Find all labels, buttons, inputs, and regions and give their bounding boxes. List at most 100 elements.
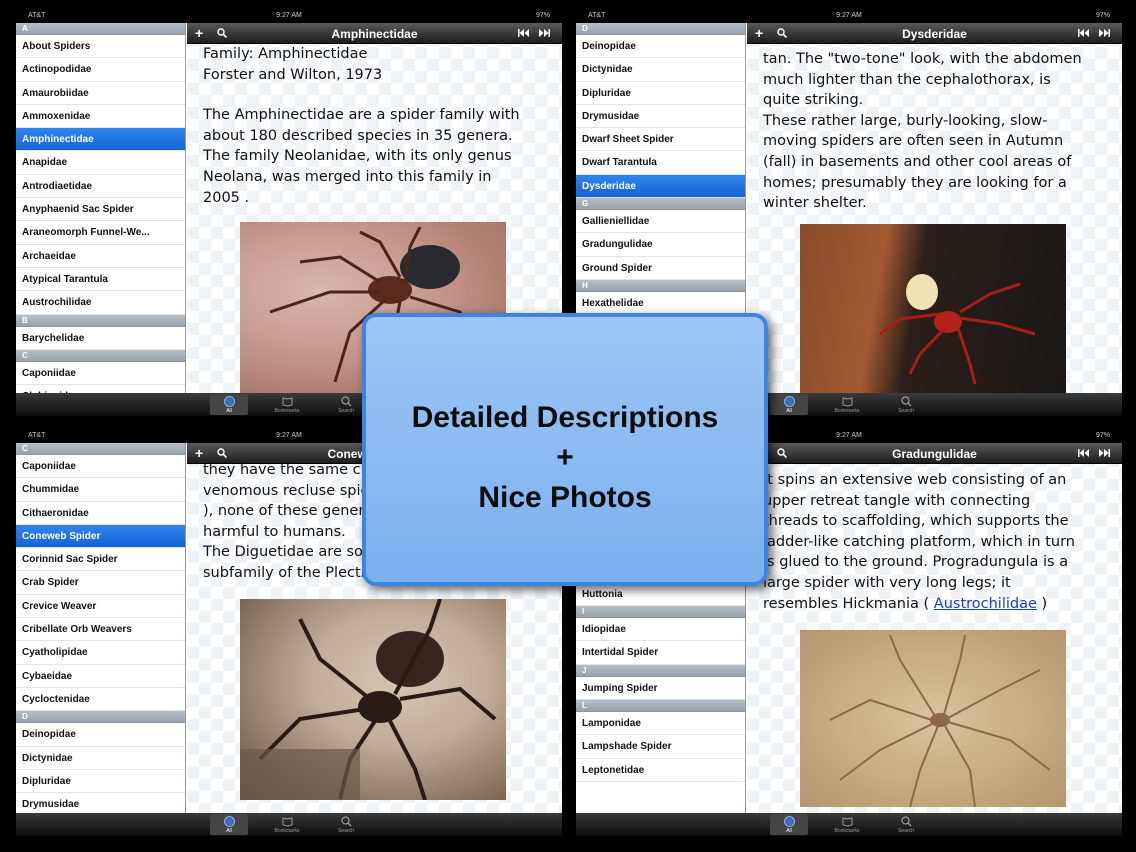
tab-all-label: All	[786, 828, 792, 834]
list-item[interactable]: Anapidae	[16, 151, 185, 175]
battery-level: 97%	[1095, 432, 1110, 439]
tab-search[interactable]: Search	[327, 394, 365, 415]
list-item[interactable]: Coneweb Spider	[16, 524, 185, 549]
previous-icon[interactable]	[1078, 29, 1090, 37]
list-item[interactable]: Dictynidae	[576, 58, 745, 82]
page-title: Amphinectidae	[331, 27, 418, 41]
list-item[interactable]: Archaeidae	[16, 245, 185, 268]
list-item[interactable]: Actinopodidae	[16, 58, 185, 82]
list-item[interactable]: Dictynidae	[16, 747, 185, 770]
tab-bookmarks[interactable]: Bookmarks	[828, 814, 866, 835]
list-item[interactable]: Dipluridae	[16, 770, 185, 794]
book-icon	[842, 817, 852, 827]
list-item[interactable]: Anyphaenid Sac Spider	[16, 198, 185, 222]
section-header: A	[16, 23, 185, 35]
list-item[interactable]: Jumping Spider	[576, 677, 745, 700]
list-item[interactable]: Caponiidae	[16, 362, 185, 386]
list-item[interactable]: Lamponidae	[576, 712, 745, 736]
species-list[interactable]: C Caponiidae Chummidae Cithaeronidae Coneweb…	[16, 443, 186, 813]
article-line: Neolana, was merged into this family in	[203, 168, 492, 185]
tab-all[interactable]: All	[770, 394, 808, 415]
article-line: is glued to the ground. Progradungula is…	[763, 554, 1069, 571]
magnifier-icon	[900, 396, 911, 407]
list-item[interactable]: Dwarf Sheet Spider	[576, 128, 745, 152]
list-item[interactable]: Barychelidae	[16, 327, 185, 350]
list-item[interactable]: Gallieniellidae	[576, 210, 745, 234]
article-line: homes; presumably they are looking for a	[763, 174, 1067, 191]
list-item[interactable]: Austrochilidae	[16, 291, 185, 315]
list-item[interactable]: Dwarf Tarantula	[576, 151, 745, 175]
next-icon[interactable]	[1098, 449, 1110, 457]
previous-icon[interactable]	[518, 29, 530, 37]
section-header: I	[576, 606, 745, 619]
globe-icon	[783, 396, 795, 407]
article-text: It spins an extensive web consisting of …	[763, 470, 1118, 614]
list-item[interactable]: Amaurobiidae	[16, 82, 185, 105]
next-icon[interactable]	[1098, 29, 1110, 37]
list-item[interactable]: Cycloctenidae	[16, 688, 185, 712]
list-item[interactable]: Chummidae	[16, 478, 185, 502]
article-line: large spider with very long legs; it	[763, 574, 1011, 591]
section-header: L	[576, 699, 745, 712]
list-item[interactable]: Ammoxenidae	[16, 105, 185, 129]
tab-search-label: Search	[338, 828, 354, 834]
list-item[interactable]: Caponiidae	[16, 455, 185, 479]
list-item[interactable]: Cyatholipidae	[16, 641, 185, 665]
list-item[interactable]: Intertidal Spider	[576, 641, 745, 665]
article-line: 2005 .	[203, 189, 250, 206]
previous-icon[interactable]	[1078, 449, 1090, 457]
list-item[interactable]: Cithaeronidae	[16, 502, 185, 525]
tab-all-label: All	[786, 408, 792, 414]
article-line: These rather large, burly-looking, slow-	[763, 112, 1048, 129]
related-family-link[interactable]: Austrochilidae	[934, 596, 1037, 612]
callout-line-1: Detailed Descriptions	[411, 401, 719, 434]
article-line: Family: Amphinectidae	[203, 46, 368, 62]
tab-search[interactable]: Search	[887, 394, 925, 415]
list-item[interactable]: Atypical Tarantula	[16, 268, 185, 292]
list-item[interactable]: Dysderidae	[576, 174, 745, 199]
list-item[interactable]: Idiopidae	[576, 618, 745, 642]
tab-search[interactable]: Search	[887, 814, 925, 835]
tab-all[interactable]: All	[210, 814, 248, 835]
tab-all[interactable]: All	[210, 394, 248, 415]
callout-line-2: +	[556, 441, 574, 474]
next-icon[interactable]	[538, 29, 550, 37]
list-item[interactable]: Antrodiaetidae	[16, 175, 185, 199]
list-item[interactable]: Amphinectidae	[16, 128, 185, 152]
article-line: much lighter than the cephalothorax, is	[763, 71, 1051, 88]
list-item[interactable]: Drymusidae	[16, 793, 185, 813]
tab-search[interactable]: Search	[327, 814, 365, 835]
list-item[interactable]: Deinopidae	[576, 35, 745, 59]
list-item[interactable]: Leptonetidae	[576, 759, 745, 782]
tab-bookmarks-label: Bookmarks	[274, 408, 300, 414]
list-item[interactable]: Cribellate Orb Weavers	[16, 618, 185, 642]
article-line: winter shelter.	[763, 195, 867, 212]
species-list[interactable]: A About Spiders Actinopodidae Amaurobiidae A…	[16, 23, 186, 393]
list-item[interactable]: Huttonia	[576, 583, 745, 607]
tab-bookmarks[interactable]: Bookmarks	[828, 394, 866, 415]
list-item[interactable]: Araneomorph Funnel-We...	[16, 221, 185, 245]
status-bar: AT&T 9:27 AM 97%	[576, 10, 1122, 23]
list-item[interactable]: Cybaeidae	[16, 665, 185, 688]
tab-bookmarks[interactable]: Bookmarks	[268, 814, 306, 835]
book-icon	[282, 397, 292, 407]
tab-all[interactable]: All	[770, 814, 808, 835]
list-item[interactable]: Crevice Weaver	[16, 595, 185, 619]
list-item[interactable]: Ground Spider	[576, 257, 745, 280]
list-item[interactable]: About Spiders	[16, 35, 185, 59]
list-item[interactable]: Lampshade Spider	[576, 735, 745, 759]
article-line: threads to scaffolding, which supports t…	[763, 513, 1069, 530]
section-header: G	[576, 198, 745, 211]
tab-bookmarks[interactable]: Bookmarks	[268, 394, 306, 415]
battery-level: 97%	[1095, 12, 1110, 19]
list-item[interactable]: Hexathelidae	[576, 292, 745, 316]
list-item[interactable]: Corinnid Sac Spider	[16, 548, 185, 572]
magnifier-icon	[900, 816, 911, 827]
list-item[interactable]: Clubionidae	[16, 385, 185, 393]
list-item[interactable]: Crab Spider	[16, 571, 185, 595]
list-item[interactable]: Drymusidae	[576, 105, 745, 129]
page-title: Gradungulidae	[892, 447, 977, 461]
list-item[interactable]: Gradungulidae	[576, 233, 745, 257]
list-item[interactable]: Dipluridae	[576, 82, 745, 105]
list-item[interactable]: Deinopidae	[16, 723, 185, 747]
